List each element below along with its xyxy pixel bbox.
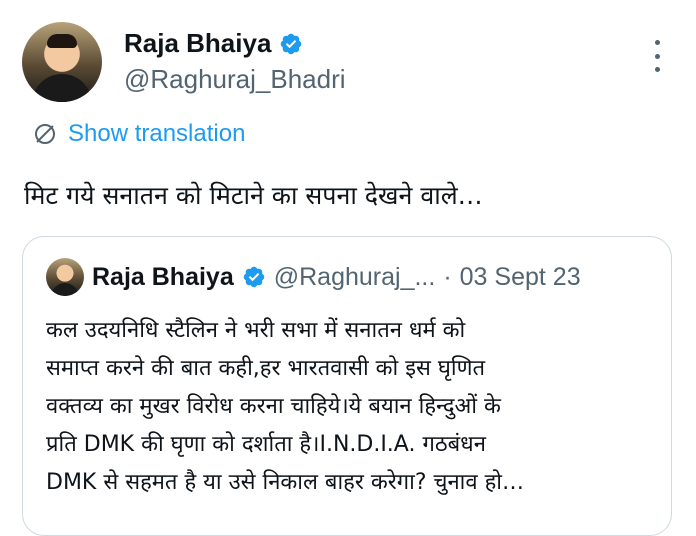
- author-avatar[interactable]: [22, 22, 102, 102]
- globe-icon: [35, 124, 55, 144]
- author-handle[interactable]: @Raghuraj_Bhadri: [124, 64, 346, 95]
- quoted-tweet-date[interactable]: 03 Sept 23: [460, 263, 581, 292]
- tweet-text: मिट गये सनातन को मिटाने का सपना देखने वा…: [24, 181, 483, 210]
- quoted-author-name[interactable]: Raja Bhaiya: [92, 263, 234, 292]
- quoted-tweet-header[interactable]: Raja Bhaiya @Raghuraj_... · 03 Sept 23: [46, 258, 581, 296]
- quoted-text-line: समाप्त करने की बात कही,हर भारतवासी को इस…: [46, 356, 486, 381]
- show-translation-label[interactable]: Show translation: [68, 120, 245, 148]
- more-dot-icon: [654, 67, 660, 72]
- quoted-text-line: DMK से सहमत है या उसे निकाल बाहर करेगा? …: [46, 470, 524, 495]
- verified-badge-icon: [243, 266, 264, 288]
- more-dot-icon: [654, 53, 660, 59]
- author-name-row[interactable]: Raja Bhaiya: [124, 28, 303, 59]
- quoted-text-line: प्रति DMK की घृणा को दर्शाता है।I.N.D.I.…: [46, 432, 486, 457]
- quoted-author-handle[interactable]: @Raghuraj_...: [274, 263, 436, 292]
- more-dot-icon: [654, 40, 660, 45]
- more-options-button[interactable]: [648, 40, 666, 72]
- avatar-coat: [51, 283, 79, 296]
- header-separator: ·: [443, 262, 452, 291]
- verified-badge-icon: [281, 33, 302, 54]
- show-translation-link[interactable]: Show translation: [32, 120, 245, 148]
- author-display-name[interactable]: Raja Bhaiya: [124, 28, 271, 59]
- quoted-author-avatar[interactable]: [46, 258, 84, 296]
- quoted-tweet-text: कल उदयनिधि स्टैलिन ने भरी सभा में सनातन …: [46, 312, 666, 502]
- avatar-hair: [47, 34, 77, 48]
- quoted-text-line: वक्तव्य का मुखर विरोध करना चाहिये।ये बया…: [46, 394, 501, 419]
- avatar-coat: [32, 74, 92, 102]
- quoted-text-line: कल उदयनिधि स्टैलिन ने भरी सभा में सनातन …: [46, 318, 466, 343]
